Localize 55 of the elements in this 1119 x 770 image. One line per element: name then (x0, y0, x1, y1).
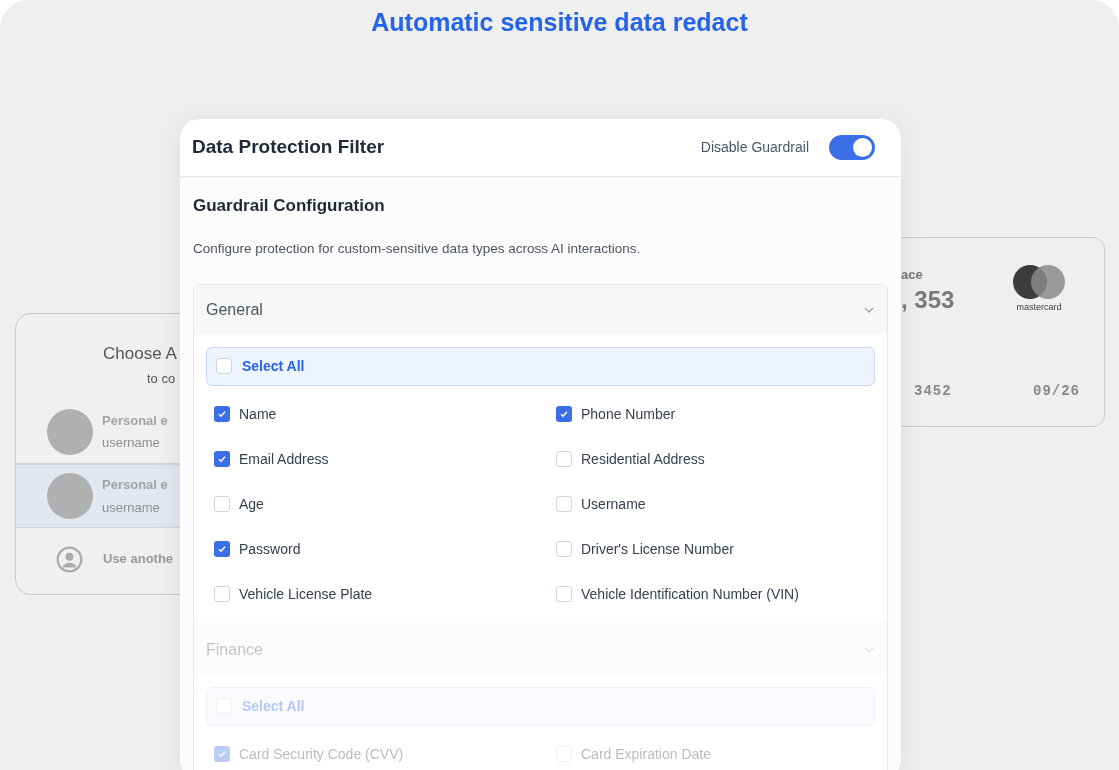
checkbox[interactable] (214, 746, 230, 763)
accordion-header[interactable]: General (194, 284, 887, 335)
checkbox[interactable] (216, 358, 232, 375)
account-name: Personal e (102, 476, 168, 494)
account-email: username (102, 434, 161, 452)
section-heading: Guardrail Configuration (193, 195, 386, 217)
headline: Automatic sensitive data redact (371, 7, 748, 38)
option-label: Card Security Code (CVV) (239, 744, 404, 764)
option-label: Name (239, 404, 277, 424)
select-all-row[interactable]: Select All (206, 346, 875, 386)
select-all-label: Select All (242, 696, 305, 716)
toggle-label: Disable Guardrail (700, 138, 809, 157)
checkbox[interactable] (556, 496, 572, 513)
description: Configure protection for custom-sensitive data types across AI interactions. (193, 239, 642, 258)
checkbox[interactable] (556, 586, 572, 603)
card-title: Choose A (103, 343, 177, 365)
checkbox[interactable] (214, 541, 230, 558)
checkbox[interactable] (214, 406, 230, 423)
checkbox[interactable] (556, 541, 572, 558)
dialog-title: Data Protection Filter (192, 135, 385, 160)
option-label: Vehicle License Plate (239, 584, 373, 604)
option-label: Username (581, 494, 646, 514)
checkbox[interactable] (556, 451, 572, 468)
balance-amount: , 353 (901, 285, 955, 315)
checkmark-icon (217, 409, 227, 420)
user-circle-icon (56, 545, 83, 573)
card-number: 3452 (914, 382, 952, 401)
account-email: username (102, 498, 161, 517)
avatar (47, 408, 93, 455)
checkbox[interactable] (556, 406, 572, 423)
card-expiry: 09/26 (1033, 382, 1080, 401)
select-all-label: Select All (242, 356, 305, 376)
option-label: Age (239, 494, 264, 514)
avatar (47, 473, 93, 519)
overlapping-circles-icon (1013, 264, 1065, 300)
checkmark-icon (217, 749, 227, 760)
checkmark-icon (217, 544, 227, 555)
brand-name: mastercard (1016, 301, 1062, 314)
option-label: Password (239, 539, 301, 559)
option-label: Card Expiration Date (581, 744, 711, 764)
checkbox[interactable] (214, 451, 230, 468)
option-label: Driver's License Number (581, 539, 734, 559)
balance-label: ace (901, 266, 923, 284)
option-label: Vehicle Identification Number (VIN) (581, 584, 799, 604)
toggle-switch[interactable] (829, 135, 875, 160)
checkbox[interactable] (214, 586, 230, 603)
other-account-option[interactable]: Use anothe (103, 549, 174, 569)
checkbox[interactable] (214, 496, 230, 513)
checkmark-icon (559, 409, 569, 420)
card-subtitle: to co (147, 369, 176, 388)
option-label: Phone Number (581, 404, 676, 424)
option-label: Residential Address (581, 449, 705, 469)
select-all-row[interactable]: Select All (206, 686, 875, 726)
account-name: Personal e (102, 411, 168, 430)
checkmark-icon (217, 454, 227, 465)
